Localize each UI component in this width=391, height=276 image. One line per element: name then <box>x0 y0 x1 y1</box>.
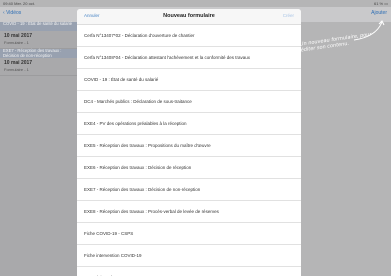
battery-indicator: 61 % ▭ <box>373 1 388 6</box>
form-template-item[interactable]: EXE6 - Réception des travaux : Décision … <box>77 157 301 179</box>
sidebar-section-header: COVID - 19 : État de santé du salarié <box>0 21 80 31</box>
sidebar-section-header: EXE7 - Réception des travaux : Décision … <box>0 48 80 58</box>
form-template-item[interactable]: Cerfa N°13407*02 - Déclaration d'ouvertu… <box>77 25 301 47</box>
hint-annotation: Un nouveau formulaire, pour éditer son c… <box>299 31 372 54</box>
form-template-item[interactable]: Fiche intervention COVID-19 <box>77 245 301 267</box>
form-template-item[interactable]: Formulaire Démo <box>77 267 301 276</box>
form-date: 10 mai 2017 <box>4 60 33 66</box>
form-template-item[interactable]: EXE4 - PV des opérations préalables à la… <box>77 113 301 135</box>
status-time: 09:40 Mer. 20 oct. <box>3 1 36 6</box>
form-template-item[interactable]: EXE7 - Réception des travaux : Décision … <box>77 179 301 201</box>
form-template-item[interactable]: Fiche COVID-19 - CSPS <box>77 223 301 245</box>
back-button[interactable]: ‹ Vidéos <box>3 10 21 16</box>
form-template-item[interactable]: DC4 - Marchés publics : Déclaration de s… <box>77 91 301 113</box>
form-template-item[interactable]: EXE8 - Réception des travaux : Procès-ve… <box>77 201 301 223</box>
form-subtitle: Formulaire - 1 <box>4 67 29 72</box>
modal-title: Nouveau formulaire <box>163 13 215 19</box>
create-button[interactable]: Créer <box>283 13 294 18</box>
modal-header: Annuler Nouveau formulaire Créer <box>77 9 301 25</box>
sidebar: COVID - 19 : État de santé du salarié 10… <box>0 21 81 276</box>
back-label: Vidéos <box>6 10 22 16</box>
sidebar-form-item[interactable]: 10 mai 2017 Formulaire - 1 <box>0 31 80 49</box>
status-bar: 09:40 Mer. 20 oct. 61 % ▭ <box>0 0 391 7</box>
add-button[interactable]: Ajouter <box>371 10 387 16</box>
form-date: 10 mai 2017 <box>4 33 33 39</box>
form-subtitle: Formulaire - 1 <box>4 40 29 45</box>
form-template-item[interactable]: Cerfa N°13408*04 - Déclaration attestant… <box>77 47 301 69</box>
form-template-item[interactable]: COVID - 19 : État de santé du salarié <box>77 69 301 91</box>
new-form-modal: Annuler Nouveau formulaire Créer Cerfa N… <box>77 9 301 276</box>
sidebar-form-item[interactable]: 10 mai 2017 Formulaire - 1 <box>0 58 80 76</box>
form-template-item[interactable]: EXE5 - Réception des travaux : Propositi… <box>77 135 301 157</box>
